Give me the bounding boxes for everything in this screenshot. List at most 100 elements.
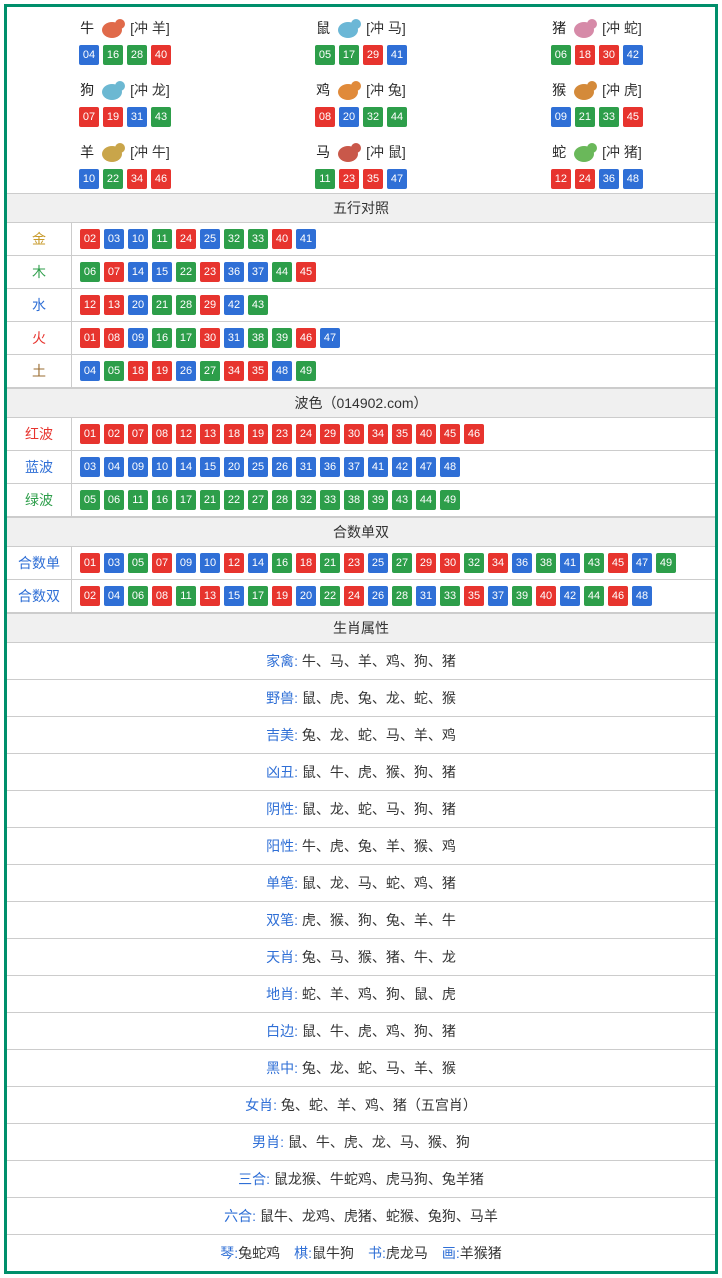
attr-label: 家禽: bbox=[266, 653, 302, 669]
zodiac-name: 鼠 bbox=[316, 18, 330, 38]
number-ball: 34 bbox=[127, 169, 147, 189]
number-ball: 01 bbox=[80, 328, 100, 348]
number-ball: 40 bbox=[151, 45, 171, 65]
number-ball: 29 bbox=[320, 424, 340, 444]
number-ball: 24 bbox=[575, 169, 595, 189]
zodiac-numbers: 10223446 bbox=[7, 169, 243, 189]
zodiac-icon bbox=[96, 77, 128, 103]
number-ball: 37 bbox=[488, 586, 508, 606]
number-ball: 24 bbox=[296, 424, 316, 444]
number-ball: 20 bbox=[224, 457, 244, 477]
number-ball: 06 bbox=[551, 45, 571, 65]
number-ball: 48 bbox=[623, 169, 643, 189]
number-ball: 35 bbox=[464, 586, 484, 606]
attr-label: 阴性: bbox=[266, 801, 302, 817]
number-ball: 08 bbox=[104, 328, 124, 348]
attr-label: 天肖: bbox=[266, 949, 302, 965]
number-ball: 35 bbox=[392, 424, 412, 444]
number-ball: 39 bbox=[512, 586, 532, 606]
row-numbers: 0108091617303138394647 bbox=[72, 322, 716, 355]
number-ball: 25 bbox=[248, 457, 268, 477]
number-ball: 02 bbox=[80, 586, 100, 606]
attr-label: 黑中: bbox=[266, 1060, 302, 1076]
number-ball: 23 bbox=[200, 262, 220, 282]
number-ball: 39 bbox=[368, 490, 388, 510]
number-ball: 31 bbox=[296, 457, 316, 477]
number-ball: 24 bbox=[344, 586, 364, 606]
number-ball: 47 bbox=[632, 553, 652, 573]
attr-row: 家禽: 牛、马、羊、鸡、狗、猪 bbox=[7, 643, 715, 680]
attr-value: 虎、猴、狗、兔、羊、牛 bbox=[302, 912, 456, 928]
number-ball: 45 bbox=[623, 107, 643, 127]
row-label: 红波 bbox=[7, 418, 72, 451]
number-ball: 46 bbox=[464, 424, 484, 444]
row-numbers: 04051819262734354849 bbox=[72, 355, 716, 388]
row-label: 土 bbox=[7, 355, 72, 388]
attr-value: 兔、蛇、羊、鸡、猪（五宫肖） bbox=[281, 1097, 477, 1113]
number-ball: 23 bbox=[272, 424, 292, 444]
number-ball: 33 bbox=[599, 107, 619, 127]
zodiac-name: 羊 bbox=[80, 142, 94, 162]
number-ball: 01 bbox=[80, 553, 100, 573]
number-ball: 41 bbox=[560, 553, 580, 573]
number-ball: 10 bbox=[200, 553, 220, 573]
number-ball: 47 bbox=[416, 457, 436, 477]
attr-row: 女肖: 兔、蛇、羊、鸡、猪（五宫肖） bbox=[7, 1087, 715, 1124]
number-ball: 30 bbox=[440, 553, 460, 573]
zodiac-cell: 羊[冲 牛]10223446 bbox=[7, 131, 243, 193]
zodiac-numbers: 07193143 bbox=[7, 107, 243, 127]
zodiac-clash: [冲 兔] bbox=[366, 80, 406, 100]
number-ball: 04 bbox=[104, 457, 124, 477]
number-ball: 43 bbox=[248, 295, 268, 315]
row-label: 合数双 bbox=[7, 580, 72, 613]
number-ball: 21 bbox=[320, 553, 340, 573]
number-ball: 26 bbox=[176, 361, 196, 381]
number-ball: 46 bbox=[151, 169, 171, 189]
number-ball: 46 bbox=[296, 328, 316, 348]
number-ball: 10 bbox=[79, 169, 99, 189]
number-ball: 44 bbox=[387, 107, 407, 127]
bose-table: 红波0102070812131819232429303435404546蓝波03… bbox=[7, 418, 715, 517]
table-row: 合数单0103050709101214161821232527293032343… bbox=[7, 547, 715, 580]
number-ball: 37 bbox=[344, 457, 364, 477]
number-ball: 27 bbox=[392, 553, 412, 573]
number-ball: 38 bbox=[344, 490, 364, 510]
number-ball: 07 bbox=[104, 262, 124, 282]
table-row: 土04051819262734354849 bbox=[7, 355, 715, 388]
row-label: 木 bbox=[7, 256, 72, 289]
zodiac-icon bbox=[332, 139, 364, 165]
bottom-label: 书: bbox=[368, 1245, 386, 1261]
zodiac-icon bbox=[568, 139, 600, 165]
number-ball: 17 bbox=[248, 586, 268, 606]
attr-row: 白边: 鼠、牛、虎、鸡、狗、猪 bbox=[7, 1013, 715, 1050]
number-ball: 37 bbox=[248, 262, 268, 282]
bottom-value: 兔蛇鸡 bbox=[238, 1245, 280, 1261]
zodiac-cell: 鸡[冲 兔]08203244 bbox=[243, 69, 479, 131]
table-row: 蓝波03040910141520252631363741424748 bbox=[7, 451, 715, 484]
number-ball: 36 bbox=[599, 169, 619, 189]
attr-label: 凶丑: bbox=[266, 764, 302, 780]
attr-value: 鼠、虎、兔、龙、蛇、猴 bbox=[302, 690, 456, 706]
number-ball: 32 bbox=[464, 553, 484, 573]
number-ball: 47 bbox=[387, 169, 407, 189]
number-ball: 12 bbox=[80, 295, 100, 315]
number-ball: 47 bbox=[320, 328, 340, 348]
number-ball: 31 bbox=[127, 107, 147, 127]
zodiac-cell: 牛[冲 羊]04162840 bbox=[7, 7, 243, 69]
number-ball: 24 bbox=[176, 229, 196, 249]
number-ball: 13 bbox=[200, 424, 220, 444]
number-ball: 13 bbox=[104, 295, 124, 315]
number-ball: 06 bbox=[104, 490, 124, 510]
attr-row: 凶丑: 鼠、牛、虎、猴、狗、猪 bbox=[7, 754, 715, 791]
number-ball: 07 bbox=[152, 553, 172, 573]
number-ball: 31 bbox=[224, 328, 244, 348]
row-numbers: 0204060811131517192022242628313335373940… bbox=[72, 580, 716, 613]
number-ball: 34 bbox=[224, 361, 244, 381]
number-ball: 22 bbox=[176, 262, 196, 282]
zodiac-cell: 蛇[冲 猪]12243648 bbox=[479, 131, 715, 193]
zodiac-numbers: 11233547 bbox=[243, 169, 479, 189]
number-ball: 32 bbox=[296, 490, 316, 510]
zodiac-cell: 马[冲 鼠]11233547 bbox=[243, 131, 479, 193]
number-ball: 46 bbox=[608, 586, 628, 606]
number-ball: 07 bbox=[128, 424, 148, 444]
